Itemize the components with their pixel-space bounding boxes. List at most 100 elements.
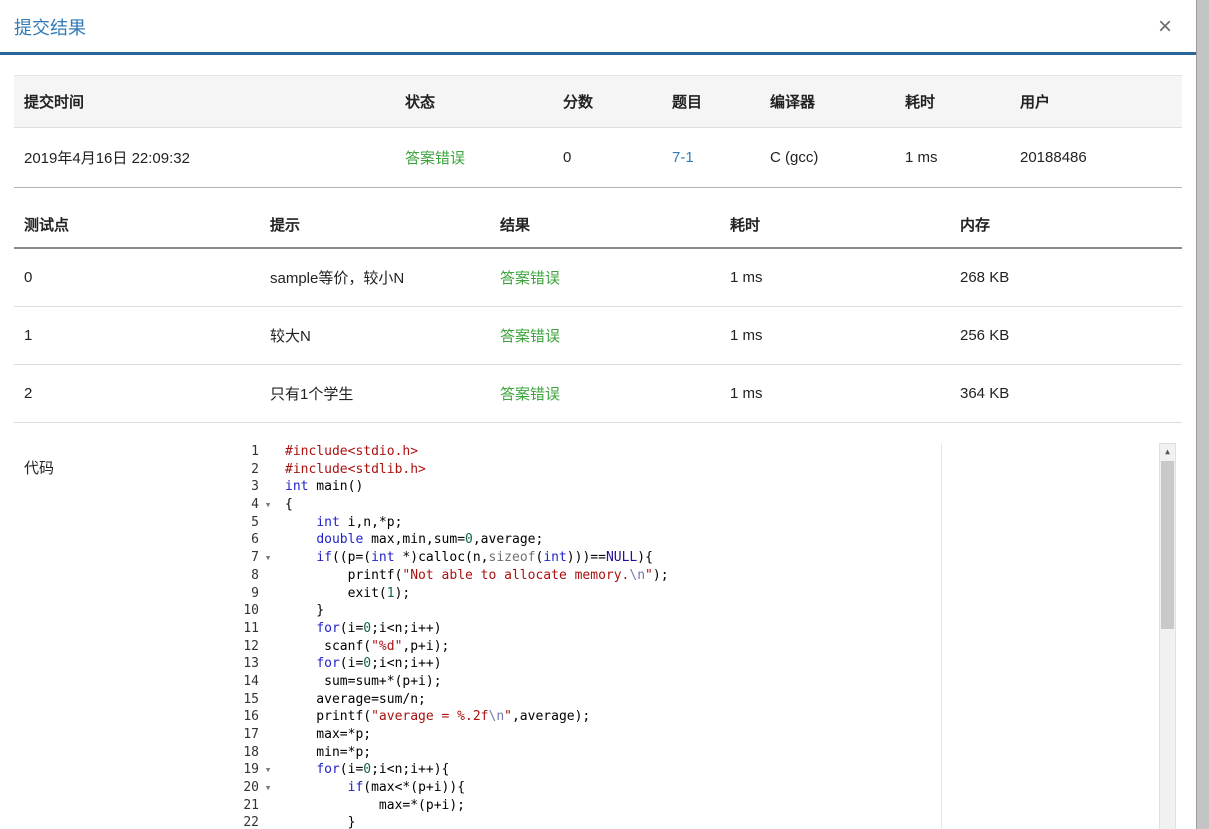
testcase-table: 测试点 提示 结果 耗时 内存 0 sample等价，较小N 答案错误 1 ms…: [14, 202, 1182, 423]
submission-elapsed: 1 ms: [895, 127, 1010, 188]
code-text: int i,n,*p;: [316, 514, 403, 530]
modal-header: 提交结果 ×: [0, 0, 1196, 55]
fold-arrow-icon[interactable]: ▾: [259, 779, 277, 797]
code-section: 代码 1 #include<stdio.h> 2 #include<stdlib.h>…: [14, 443, 1182, 829]
scrollbar-thumb[interactable]: [1161, 461, 1174, 629]
testcase-hint: 较大N: [260, 306, 490, 365]
code-line: 14 sum=sum+*(p+i);: [225, 673, 1176, 691]
fold-arrow-icon[interactable]: ▾: [259, 761, 277, 779]
code-text: double max,min,sum=0,average;: [316, 532, 544, 548]
code-line: 9 exit(1);: [225, 585, 1176, 603]
line-gutter: 20 ▾: [225, 779, 285, 797]
editor-scrollbar[interactable]: ▲ ▼: [1159, 443, 1176, 829]
code-line: 4 ▾ {: [225, 496, 1176, 514]
line-number: 3: [251, 479, 259, 495]
line-gutter: 9: [225, 585, 285, 603]
scroll-up-icon[interactable]: ▲: [1160, 444, 1175, 460]
page-scrollbar-backdrop: [1196, 0, 1209, 829]
line-number: 1: [251, 444, 259, 459]
line-gutter: 8: [225, 567, 285, 585]
testcase-table-header-row: 测试点 提示 结果 耗时 内存: [14, 202, 1182, 249]
code-line: 7 ▾ if((p=(int *)calloc(n,sizeof(int)))==…: [225, 549, 1176, 567]
col-header-elapsed: 耗时: [895, 75, 1010, 128]
line-number: 10: [243, 603, 259, 619]
line-number: 12: [243, 638, 259, 654]
testcase-memory: 364 KB: [950, 364, 1182, 423]
testcase-row: 2 只有1个学生 答案错误 1 ms 364 KB: [14, 364, 1182, 423]
col-header-compiler: 编译器: [760, 75, 895, 128]
submission-table: 提交时间 状态 分数 题目 编译器 耗时 用户 2019年4月16日 22:09…: [14, 75, 1182, 188]
code-line: 13 for(i=0;i<n;i++): [225, 655, 1176, 673]
line-gutter: 6: [225, 531, 285, 549]
code-text: for(i=0;i<n;i++): [316, 656, 442, 672]
line-gutter: 19 ▾: [225, 761, 285, 779]
submission-user: 20188486: [1010, 127, 1182, 188]
testcase-hint: 只有1个学生: [260, 364, 490, 423]
line-number: 17: [243, 727, 259, 742]
line-number: 16: [243, 709, 259, 725]
code-text: #include<stdlib.h>: [285, 461, 426, 477]
testcase-elapsed: 1 ms: [720, 364, 950, 423]
testcase-id: 1: [14, 306, 260, 365]
line-number: 21: [243, 797, 259, 813]
fold-arrow-icon[interactable]: ▾: [259, 549, 277, 567]
fold-arrow-icon[interactable]: ▾: [259, 496, 277, 514]
code-line: 6 double max,min,sum=0,average;: [225, 531, 1176, 549]
col-header-problem: 题目: [662, 75, 760, 128]
line-number: 4: [251, 497, 259, 513]
line-gutter: 11: [225, 620, 285, 638]
testcase-result: 答案错误: [490, 248, 720, 307]
col-header-result: 结果: [490, 202, 720, 249]
code-text: max=*p;: [285, 727, 372, 742]
line-gutter: 16: [225, 708, 285, 726]
code-text: }: [285, 603, 325, 619]
line-number: 6: [251, 532, 259, 548]
testcase-result: 答案错误: [490, 364, 720, 423]
line-number: 2: [251, 461, 259, 477]
code-line: 3 int main(): [225, 478, 1176, 496]
submission-table-header-row: 提交时间 状态 分数 题目 编译器 耗时 用户: [14, 75, 1182, 128]
line-gutter: 21: [225, 797, 285, 815]
col-header-case-elapsed: 耗时: [720, 202, 950, 249]
code-text: #include<stdio.h>: [285, 444, 419, 459]
code-line: 8 printf("Not able to allocate memory.\n…: [225, 567, 1176, 585]
line-gutter: 14: [225, 673, 285, 691]
line-number: 7: [251, 550, 259, 566]
problem-link[interactable]: 7-1: [672, 149, 694, 166]
testcase-result: 答案错误: [490, 306, 720, 365]
code-line: 2 #include<stdlib.h>: [225, 461, 1176, 479]
line-gutter: 5: [225, 514, 285, 532]
code-line: 1 #include<stdio.h>: [225, 443, 1176, 461]
submission-score: 0: [553, 127, 662, 188]
code-line: 21 max=*(p+i);: [225, 797, 1176, 815]
close-icon[interactable]: ×: [1158, 15, 1172, 39]
code-line: 18 min=*p;: [225, 744, 1176, 762]
code-text: if((p=(int *)calloc(n,sizeof(int)))==NUL…: [316, 550, 653, 566]
line-gutter: 7 ▾: [225, 549, 285, 567]
line-gutter: 15: [225, 691, 285, 709]
line-gutter: 22: [225, 814, 285, 829]
submission-status: 答案错误: [395, 127, 553, 188]
code-text: sum=sum+*(p+i);: [285, 673, 442, 689]
submission-row: 2019年4月16日 22:09:32 答案错误 0 7-1 C (gcc) 1…: [14, 127, 1182, 188]
line-gutter: 17: [225, 726, 285, 744]
code-line: 5 int i,n,*p;: [225, 514, 1176, 532]
code-text: max=*(p+i);: [285, 797, 466, 813]
code-line: 12 scanf("%d",p+i);: [225, 638, 1176, 656]
line-gutter: 10: [225, 602, 285, 620]
code-line: 15 average=sum/n;: [225, 691, 1176, 709]
code-text: for(i=0;i<n;i++){: [316, 762, 450, 778]
line-number: 5: [251, 514, 259, 530]
col-header-hint: 提示: [260, 202, 490, 249]
line-number: 18: [243, 744, 259, 760]
line-number: 8: [251, 567, 259, 583]
line-number: 22: [243, 815, 259, 829]
code-text: {: [285, 497, 293, 513]
line-number: 19: [243, 762, 259, 778]
code-line: 19 ▾ for(i=0;i<n;i++){: [225, 761, 1176, 779]
code-editor[interactable]: 1 #include<stdio.h> 2 #include<stdlib.h> 3 in…: [225, 443, 1176, 829]
line-gutter: 2: [225, 461, 285, 479]
code-line: 17 max=*p;: [225, 726, 1176, 744]
submission-compiler: C (gcc): [760, 127, 895, 188]
code-text: scanf("%d",p+i);: [285, 638, 450, 654]
